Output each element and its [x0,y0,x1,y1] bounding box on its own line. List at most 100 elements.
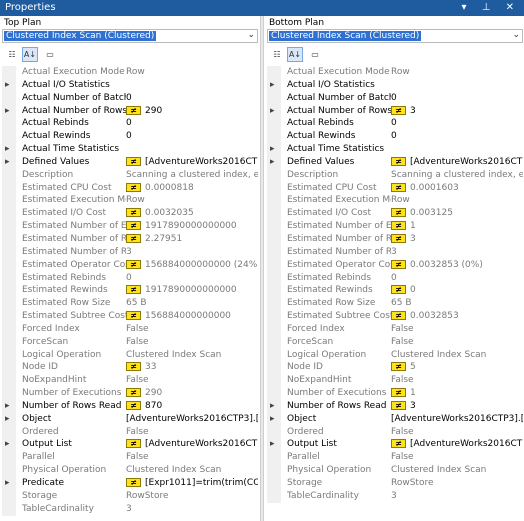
property-row[interactable]: Estimated Subtree Cost ≠ 0.0032853 [267,310,523,323]
expand-arrow-icon[interactable]: ▸ [5,143,10,155]
property-row[interactable]: Actual Rebinds 0 [267,117,523,131]
expand-arrow-icon[interactable]: ▸ [270,156,275,168]
property-row[interactable]: ▸ Defined Values ≠ [AdventureWorks2016CTP3]… [267,155,523,169]
property-row[interactable]: ▸ Output List ≠ [AdventureWorks2016CTP3].[ [2,438,258,452]
property-value: ≠ [Expr1011]=trim(trim(CONVER [126,477,258,489]
property-row[interactable]: Actual Number of Batches0 [2,91,258,105]
property-row[interactable]: Estimated Number of Rows≠3 [267,232,523,246]
expand-arrow-icon[interactable]: ▸ [5,105,10,117]
property-row[interactable]: ForceScan False [267,335,523,349]
property-row[interactable]: TableCardinality 3 [2,502,258,516]
expand-arrow-icon[interactable]: ▸ [270,400,275,412]
property-row[interactable]: ▸ Actual I/O Statistics [267,78,523,92]
property-row[interactable]: Estimated Execution ModeRow [2,194,258,208]
property-row[interactable]: Actual Number of Batches0 [267,91,523,105]
property-row[interactable]: Logical Operation Clustered Index Scan [2,348,258,362]
property-row[interactable]: Number of Executions ≠ 290 [2,387,258,400]
property-row[interactable]: ▸ Object [AdventureWorks2016CTP3].[Perso [267,412,523,426]
expand-arrow-icon[interactable]: ▸ [5,477,10,489]
property-row[interactable]: Estimated I/O Cost ≠ 0.0032035 [2,207,258,221]
property-row[interactable]: ForceScan False [2,335,258,349]
property-row[interactable]: Ordered False [2,425,258,439]
property-pages-icon[interactable]: ▭ [307,47,323,62]
property-row[interactable]: ▸ Actual Number of Rows ≠ 3 [267,104,523,118]
property-row[interactable]: Estimated CPU Cost ≠ 0.0001603 [267,181,523,195]
property-row[interactable]: Actual Execution Mode Row [267,66,523,79]
expand-arrow-icon[interactable]: ▸ [5,413,10,425]
categorized-icon[interactable]: ☷ [4,47,20,62]
property-row[interactable]: ▸ Object [AdventureWorks2016CTP3].[Perso [2,412,258,426]
property-row[interactable]: Estimated Row Size 65 B [267,297,523,311]
property-row[interactable]: Estimated Execution ModeRow [267,194,523,208]
property-row[interactable]: ▸ Predicate ≠ [Expr1011]=trim(trim(CONVER [2,477,258,490]
not-equal-icon: ≠ [391,400,406,410]
property-row[interactable]: Estimated Operator Cost ≠ 0.0032853 (0%) [267,258,523,272]
property-row[interactable]: Estimated CPU Cost ≠ 0.0000818 [2,181,258,195]
property-row[interactable]: ▸ Number of Rows Read ≠ 3 [267,399,523,413]
property-row[interactable]: ▸ Actual Time Statistics [267,143,523,156]
property-row[interactable]: Estimated Number of Rows to be Read3 [2,245,258,259]
chevron-down-icon[interactable]: ⌄ [512,30,520,40]
property-row[interactable]: Node ID ≠ 5 [267,361,523,375]
property-row[interactable]: Description Scanning a clustered index, e… [2,168,258,182]
property-row[interactable]: Forced Index False [2,322,258,336]
property-row[interactable]: Actual Rebinds 0 [2,117,258,131]
property-row[interactable]: Parallel False [2,451,258,465]
property-row[interactable]: ▸ Actual Time Statistics [2,143,258,156]
property-row[interactable]: Estimated Number of Rows to be Read3 [267,245,523,259]
property-row[interactable]: Description Scanning a clustered index, e… [267,168,523,182]
property-row[interactable]: ▸ Actual Number of Rows ≠ 290 [2,104,258,118]
alphabetical-icon[interactable]: A↓ [22,47,38,62]
expand-arrow-icon[interactable]: ▸ [270,143,275,155]
property-row[interactable]: Estimated Rebinds 0 [2,271,258,285]
alphabetical-icon[interactable]: A↓ [287,47,303,62]
property-row[interactable]: Estimated Rewinds ≠ 1917890000000000 [2,284,258,298]
expand-arrow-icon[interactable]: ▸ [270,105,275,117]
expand-arrow-icon[interactable]: ▸ [270,413,275,425]
property-row[interactable]: Storage RowStore [2,489,258,503]
property-row[interactable]: Parallel False [267,451,523,465]
property-row[interactable]: ▸ Actual I/O Statistics [2,78,258,92]
property-row[interactable]: Actual Rewinds 0 [267,130,523,144]
property-row[interactable]: Estimated Row Size 65 B [2,297,258,311]
expand-arrow-icon[interactable]: ▸ [5,156,10,168]
expand-arrow-icon[interactable]: ▸ [270,438,275,450]
property-row[interactable]: Logical Operation Clustered Index Scan [267,348,523,362]
property-row[interactable]: Estimated Number of Executions≠ 191789000… [2,220,258,233]
property-row[interactable]: Estimated I/O Cost ≠ 0.003125 [267,207,523,221]
property-row[interactable]: NoExpandHint False [2,374,258,388]
property-row[interactable]: Estimated Rebinds 0 [267,271,523,285]
top-plan-object-select[interactable]: Clustered Index Scan (Clustered) ⌄ [2,29,258,43]
property-row[interactable]: Estimated Rewinds ≠ 0 [267,284,523,298]
bottom-plan-object-select[interactable]: Clustered Index Scan (Clustered) ⌄ [267,29,523,43]
expand-arrow-icon[interactable]: ▸ [5,438,10,450]
property-row[interactable]: Estimated Operator Cost ≠ 156884000000000 … [2,258,258,272]
expand-arrow-icon[interactable]: ▸ [5,400,10,412]
categorized-icon[interactable]: ☷ [269,47,285,62]
chevron-down-icon[interactable]: ⌄ [247,30,255,40]
property-row[interactable]: Estimated Number of Executions≠1 [267,220,523,233]
property-row[interactable]: Estimated Number of Rows≠ 2.27951 [2,232,258,246]
property-row[interactable]: Storage RowStore [267,477,523,490]
pane-splitter[interactable] [260,16,264,521]
property-row[interactable]: ▸ Defined Values ≠ [AdventureWorks2016CTP3]… [2,155,258,169]
property-row[interactable]: Actual Execution Mode Row [2,66,258,79]
property-row[interactable]: TableCardinality 3 [267,489,523,503]
property-row[interactable]: ▸ Number of Rows Read ≠ 870 [2,399,258,413]
expand-arrow-icon[interactable]: ▸ [5,79,10,91]
property-row[interactable]: NoExpandHint False [267,374,523,388]
property-row[interactable]: Number of Executions ≠ 1 [267,387,523,400]
window-controls[interactable]: ▾ ⊥ ✕ [462,2,520,13]
property-row[interactable]: ▸ Output List ≠ [AdventureWorks2016CTP3].[ [267,438,523,452]
property-pages-icon[interactable]: ▭ [42,47,58,62]
property-row[interactable]: Physical Operation Clustered Index Scan [267,464,523,477]
row-gutter [2,91,16,105]
expand-arrow-icon[interactable]: ▸ [270,79,275,91]
property-row[interactable]: Forced Index False [267,322,523,336]
property-row[interactable]: Estimated Subtree Cost ≠ 156884000000000 [2,310,258,323]
property-row[interactable]: Ordered False [267,425,523,439]
property-row[interactable]: Physical Operation Clustered Index Scan [2,464,258,477]
property-value: ≠ 0.003125 [391,207,523,219]
property-row[interactable]: Node ID ≠ 33 [2,361,258,375]
property-row[interactable]: Actual Rewinds 0 [2,130,258,144]
